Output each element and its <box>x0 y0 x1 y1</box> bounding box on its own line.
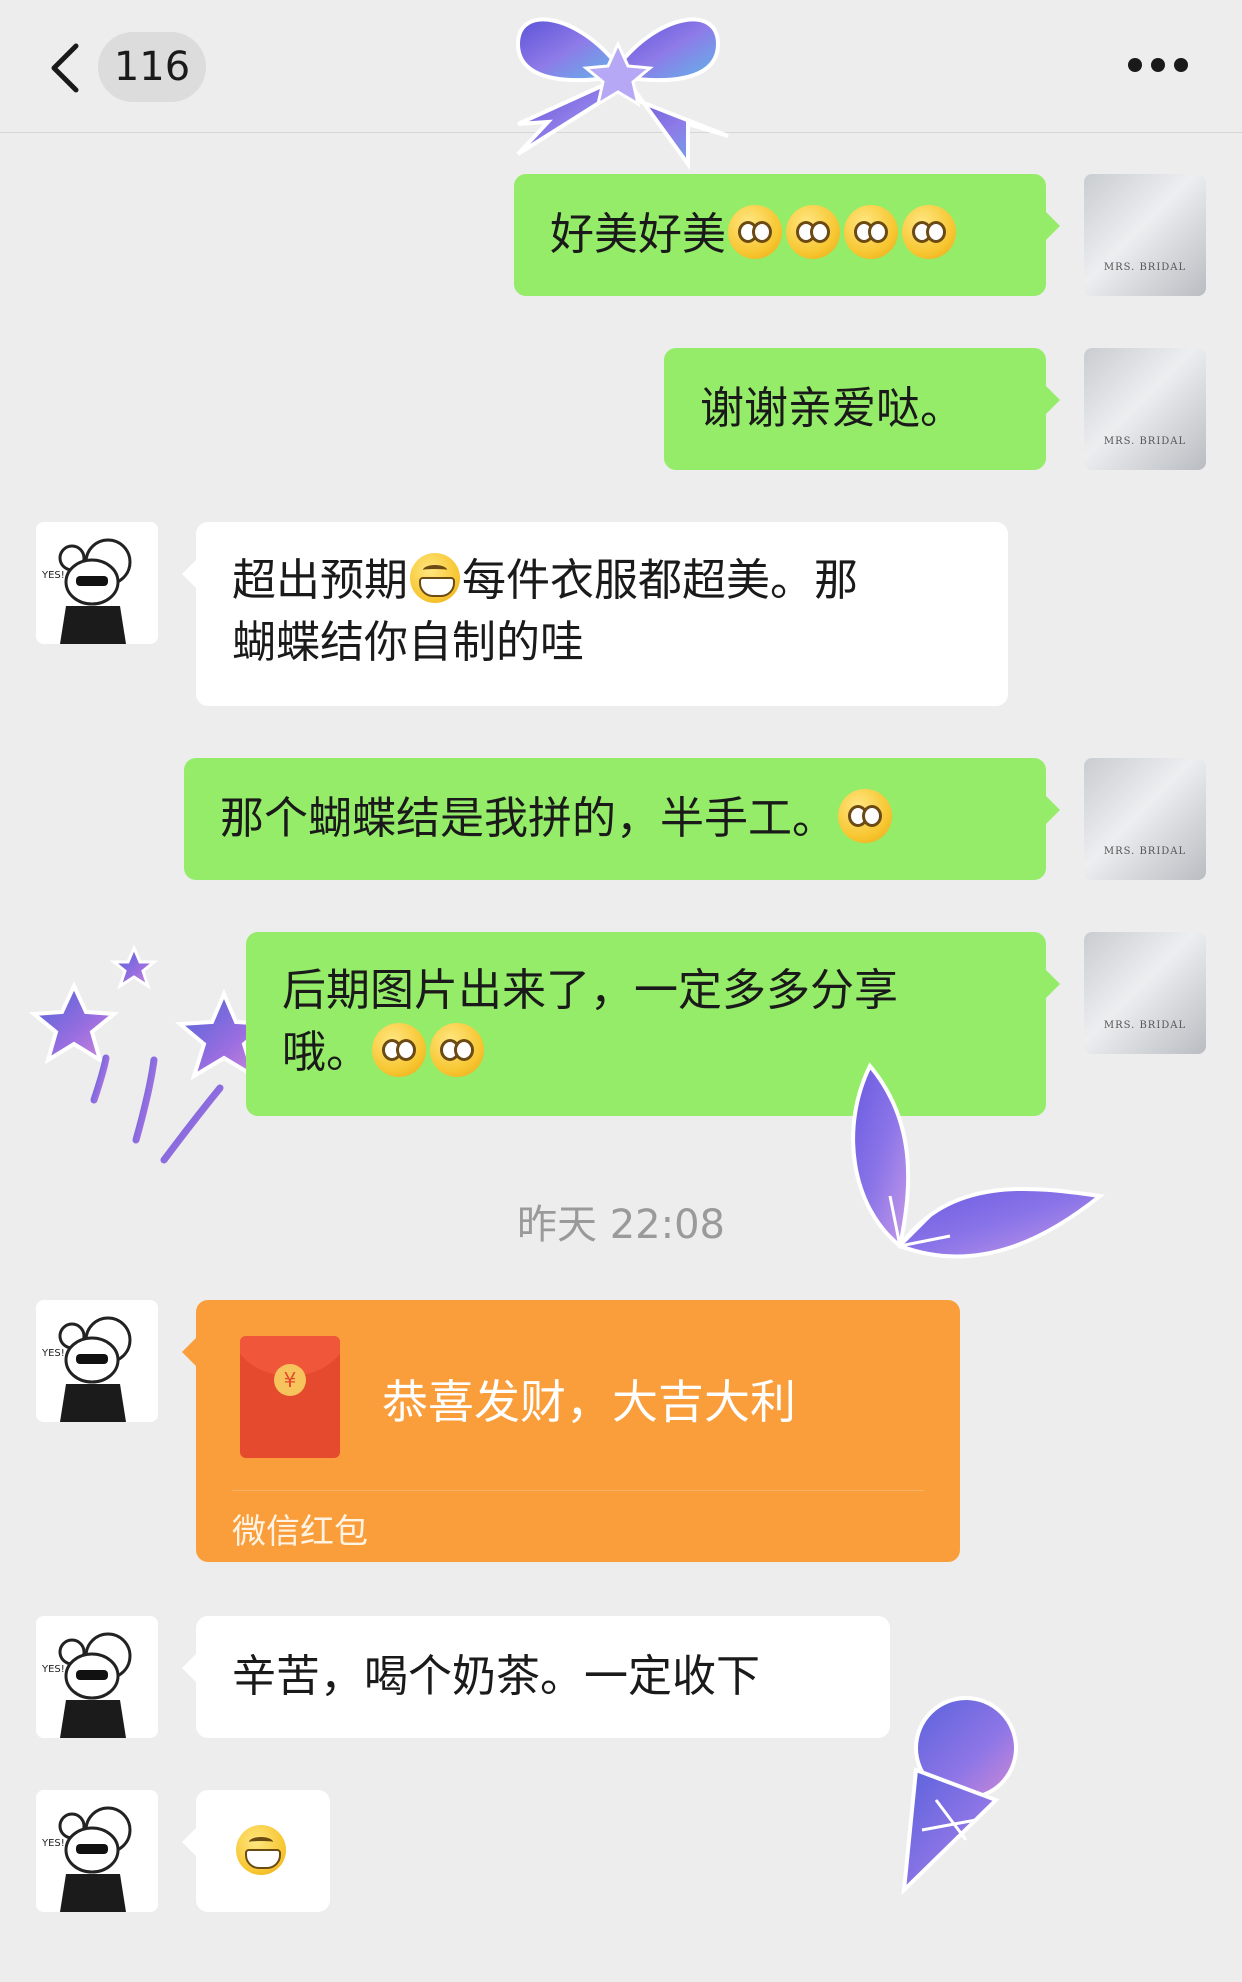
svg-text:YES!: YES! <box>41 1664 65 1675</box>
emoji-icon <box>844 205 898 259</box>
friend-avatar[interactable]: YES! <box>36 1300 158 1422</box>
message-text: 辛苦，喝个奶茶。一定收下 <box>232 1651 760 1702</box>
friend-avatar[interactable]: YES! <box>36 1616 158 1738</box>
message-text-line2: 蝴蝶结你自制的哇 <box>232 617 584 668</box>
emoji-icon <box>902 205 956 259</box>
message-bubble-self[interactable]: 那个蝴蝶结是我拼的，半手工。 <box>184 758 1060 880</box>
emoji-icon <box>430 1023 484 1077</box>
message-bubble-friend[interactable] <box>182 1790 330 1912</box>
emoji-icon <box>838 789 892 843</box>
svg-text:YES!: YES! <box>41 1838 65 1849</box>
emoji-icon <box>372 1023 426 1077</box>
chat-timestamp: 昨天 22:08 <box>517 1202 725 1248</box>
message-bubble-self[interactable]: 好美好美 <box>514 174 1060 296</box>
icecream-sticker <box>901 1696 1018 1896</box>
message-bubble-friend[interactable]: 辛苦，喝个奶茶。一定收下 <box>182 1616 890 1738</box>
bow-sticker <box>515 17 729 171</box>
red-envelope-icon: ¥ <box>240 1336 340 1458</box>
friend-avatar[interactable]: YES! <box>36 1790 158 1912</box>
red-packet-label: 微信红包 <box>232 1512 368 1552</box>
red-packet-card[interactable]: ¥ 恭喜发财，大吉大利 微信红包 <box>182 1300 960 1562</box>
friend-avatar[interactable]: YES! <box>36 522 158 644</box>
emoji-icon <box>786 205 840 259</box>
self-avatar[interactable]: MRS. BRIDAL <box>1084 348 1206 470</box>
message-text: 超出预期 每件衣服都超美。那 <box>232 553 858 606</box>
red-packet-divider <box>232 1490 924 1491</box>
unread-count-badge[interactable]: 116 <box>98 32 206 102</box>
message-bubble-friend[interactable]: 超出预期 每件衣服都超美。那 蝴蝶结你自制的哇 <box>182 522 1008 706</box>
stars-sticker <box>28 944 274 1164</box>
grin-emoji-icon <box>236 1825 286 1875</box>
back-chevron-icon[interactable] <box>44 40 88 96</box>
red-packet-title: 恭喜发财，大吉大利 <box>382 1375 796 1429</box>
message-text: 好美好美 <box>550 209 726 260</box>
leaf-sticker <box>851 1062 1105 1259</box>
grin-emoji-icon <box>410 553 460 603</box>
message-text: 谢谢亲爱哒。 <box>700 383 964 434</box>
coin-icon: ¥ <box>274 1364 306 1396</box>
message-text: 后期图片出来了，一定多多分享 <box>282 965 898 1016</box>
more-dots-icon[interactable] <box>1128 58 1188 74</box>
self-avatar[interactable]: MRS. BRIDAL <box>1084 932 1206 1054</box>
self-avatar[interactable]: MRS. BRIDAL <box>1084 174 1206 296</box>
emoji-icon <box>728 205 782 259</box>
svg-text:YES!: YES! <box>41 1348 65 1359</box>
message-bubble-self[interactable]: 谢谢亲爱哒。 <box>664 348 1060 470</box>
svg-text:YES!: YES! <box>41 570 65 581</box>
self-avatar[interactable]: MRS. BRIDAL <box>1084 758 1206 880</box>
message-text: 那个蝴蝶结是我拼的，半手工。 <box>220 793 836 844</box>
